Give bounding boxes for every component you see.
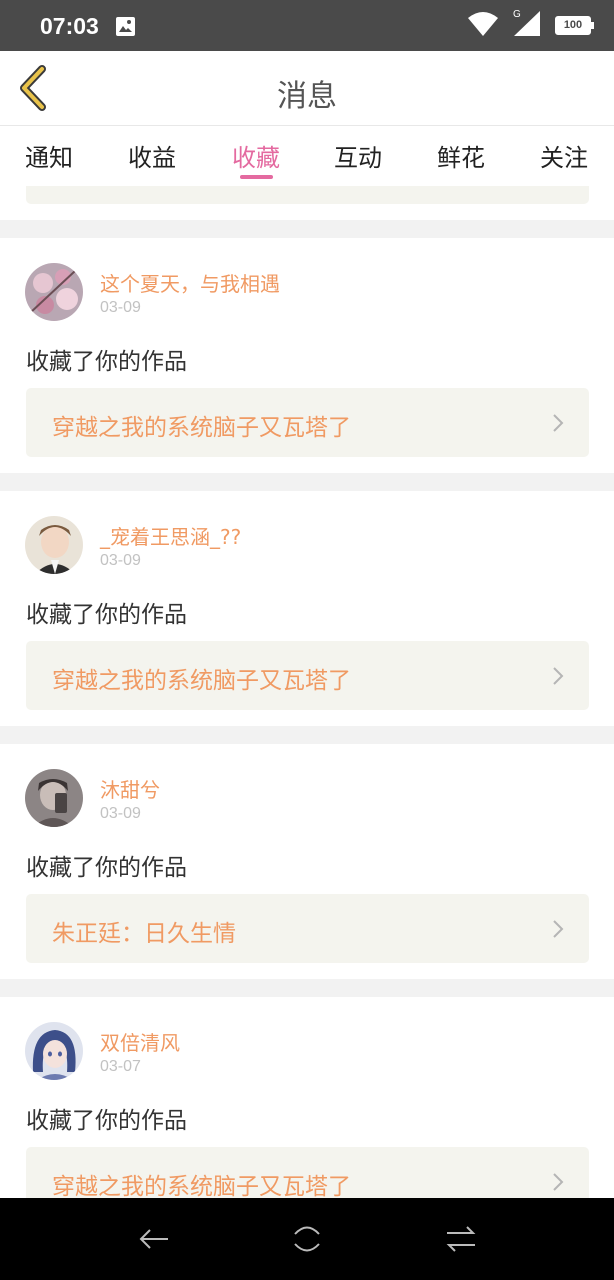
tab-notifications[interactable]: 通知 xyxy=(9,138,89,173)
username[interactable]: 双倍清风 xyxy=(100,1027,180,1056)
wifi-icon xyxy=(468,12,498,36)
list-item-partial xyxy=(0,186,614,220)
date: 03-09 xyxy=(100,552,141,569)
username[interactable]: _宠着王思涵_?? xyxy=(100,521,241,550)
username[interactable]: 沐甜兮 xyxy=(100,774,160,803)
tab-bar: 通知 收益 收藏 互动 鲜花 关注 xyxy=(0,126,614,186)
chevron-right-icon xyxy=(553,920,564,938)
page-title: 消息 xyxy=(277,79,337,114)
date: 03-09 xyxy=(100,299,141,316)
list-item: 这个夏天，与我相遇 03-09 收藏了你的作品 穿越之我的系统脑子又瓦塔了 xyxy=(0,238,614,473)
work-title: 朱正廷：日久生情 xyxy=(52,921,236,947)
date: 03-09 xyxy=(100,805,141,822)
work-link[interactable]: 穿越之我的系统脑子又瓦塔了 xyxy=(26,388,589,457)
avatar[interactable] xyxy=(25,769,83,827)
tab-flowers[interactable]: 鲜花 xyxy=(421,138,501,173)
username[interactable]: 这个夏天，与我相遇 xyxy=(100,268,280,297)
list-item: 双倍清风 03-07 收藏了你的作品 穿越之我的系统脑子又瓦塔了 xyxy=(0,997,614,1198)
work-link[interactable]: 朱正廷：日久生情 xyxy=(26,894,589,963)
action-text: 收藏了你的作品 xyxy=(26,1108,187,1134)
signal-icon xyxy=(514,11,540,36)
avatar[interactable] xyxy=(25,1022,83,1080)
status-time: 07:03 xyxy=(40,13,99,39)
active-tab-indicator xyxy=(240,175,273,179)
list-item: 沐甜兮 03-09 收藏了你的作品 朱正廷：日久生情 xyxy=(0,744,614,979)
gallery-icon xyxy=(116,17,135,36)
list-item: _宠着王思涵_?? 03-09 收藏了你的作品 穿越之我的系统脑子又瓦塔了 xyxy=(0,491,614,726)
avatar[interactable] xyxy=(25,263,83,321)
tab-favorites[interactable]: 收藏 xyxy=(216,138,296,173)
action-text: 收藏了你的作品 xyxy=(26,602,187,628)
work-link-partial[interactable] xyxy=(26,186,589,204)
app-header: 消息 xyxy=(0,51,614,126)
tab-earnings[interactable]: 收益 xyxy=(112,138,192,173)
system-nav-bar xyxy=(0,1198,614,1280)
tab-follows[interactable]: 关注 xyxy=(524,138,604,173)
notification-list[interactable]: 这个夏天，与我相遇 03-09 收藏了你的作品 穿越之我的系统脑子又瓦塔了 _宠… xyxy=(0,186,614,1198)
work-link[interactable]: 穿越之我的系统脑子又瓦塔了 xyxy=(26,1147,589,1198)
battery-icon: 100 xyxy=(555,16,594,35)
status-bar: 07:03 G 100 xyxy=(0,0,614,51)
work-link[interactable]: 穿越之我的系统脑子又瓦塔了 xyxy=(26,641,589,710)
avatar[interactable] xyxy=(25,516,83,574)
recent-apps-icon[interactable] xyxy=(443,1221,479,1257)
date: 03-07 xyxy=(100,1058,141,1075)
tab-interactions[interactable]: 互动 xyxy=(318,138,398,173)
action-text: 收藏了你的作品 xyxy=(26,855,187,881)
action-text: 收藏了你的作品 xyxy=(26,349,187,375)
home-icon[interactable] xyxy=(289,1221,325,1257)
battery-level: 100 xyxy=(563,19,583,31)
back-arrow-icon[interactable] xyxy=(136,1221,172,1257)
work-title: 穿越之我的系统脑子又瓦塔了 xyxy=(52,415,351,441)
chevron-right-icon xyxy=(553,667,564,685)
work-title: 穿越之我的系统脑子又瓦塔了 xyxy=(52,668,351,694)
work-title: 穿越之我的系统脑子又瓦塔了 xyxy=(52,1174,351,1198)
chevron-right-icon xyxy=(553,414,564,432)
chevron-right-icon xyxy=(553,1173,564,1191)
